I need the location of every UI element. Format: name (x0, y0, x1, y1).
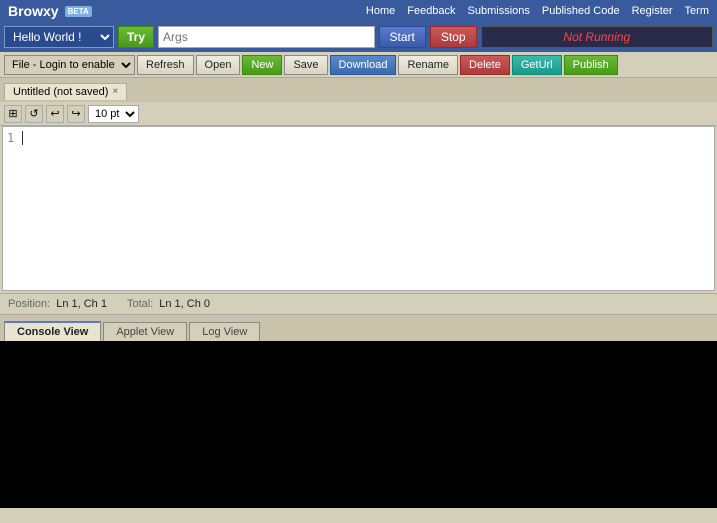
toolbar-row1: Hello World ! Try Start Stop Not Running (0, 22, 717, 52)
logo-area: Browxy BETA (8, 3, 92, 19)
find-button[interactable]: ⊞ (4, 105, 22, 123)
console-area (0, 341, 717, 508)
open-button[interactable]: Open (196, 55, 241, 75)
toolbar-row2: File - Login to enable Refresh Open New … (0, 52, 717, 78)
save-button[interactable]: Save (284, 55, 327, 75)
editor-toolbar: ⊞ ↺ ↩ ↪ 8 pt9 pt10 pt11 pt12 pt14 pt (0, 102, 717, 126)
position-section: Position: Ln 1, Ch 1 (8, 298, 107, 310)
nav-register[interactable]: Register (632, 5, 673, 17)
find-replace-button[interactable]: ↺ (25, 105, 43, 123)
position-value: Ln 1, Ch 1 (56, 298, 107, 310)
code-editor[interactable]: 1 (2, 126, 715, 291)
refresh-button[interactable]: Refresh (137, 55, 194, 75)
line-number-1: 1 (7, 131, 14, 145)
logo-text: Browxy (8, 3, 59, 19)
args-input[interactable] (158, 26, 374, 48)
geturl-button[interactable]: GetUrl (512, 55, 562, 75)
nav-links: Home Feedback Submissions Published Code… (366, 5, 709, 17)
position-label: Position: (8, 298, 50, 310)
nav-submissions[interactable]: Submissions (468, 5, 530, 17)
undo-button[interactable]: ↩ (46, 105, 64, 123)
tab-console-view[interactable]: Console View (4, 321, 101, 341)
new-button[interactable]: New (242, 55, 282, 75)
nav-home[interactable]: Home (366, 5, 395, 17)
delete-button[interactable]: Delete (460, 55, 510, 75)
redo-icon: ↪ (71, 107, 80, 120)
nav-term[interactable]: Term (685, 5, 709, 17)
rename-button[interactable]: Rename (398, 55, 458, 75)
editor-tab[interactable]: Untitled (not saved) × (4, 83, 127, 100)
editor-tab-close[interactable]: × (112, 86, 118, 97)
file-select[interactable]: File - Login to enable (4, 55, 135, 75)
editor-tab-title: Untitled (not saved) (13, 86, 108, 98)
beta-badge: BETA (65, 6, 92, 17)
nav-feedback[interactable]: Feedback (407, 5, 455, 17)
status-display: Not Running (481, 26, 713, 48)
editor-container: Untitled (not saved) × ⊞ ↺ ↩ ↪ 8 pt9 pt1… (0, 78, 717, 291)
editor-tab-row: Untitled (not saved) × (0, 78, 717, 102)
tab-applet-view[interactable]: Applet View (103, 322, 187, 341)
font-size-select[interactable]: 8 pt9 pt10 pt11 pt12 pt14 pt (88, 105, 139, 123)
script-selector[interactable]: Hello World ! (4, 26, 114, 48)
undo-icon: ↩ (50, 107, 59, 120)
stop-button[interactable]: Stop (430, 26, 477, 48)
find-icon: ⊞ (8, 107, 17, 120)
tab-log-view[interactable]: Log View (189, 322, 260, 341)
publish-button[interactable]: Publish (564, 55, 618, 75)
bottom-tabs: Console View Applet View Log View (0, 315, 717, 341)
text-cursor (22, 131, 23, 145)
status-bar: Position: Ln 1, Ch 1 Total: Ln 1, Ch 0 (0, 293, 717, 315)
redo-button[interactable]: ↪ (67, 105, 85, 123)
total-section: Total: Ln 1, Ch 0 (127, 298, 210, 310)
download-button[interactable]: Download (330, 55, 397, 75)
find-replace-icon: ↺ (29, 107, 38, 120)
start-button[interactable]: Start (379, 26, 426, 48)
top-nav: Browxy BETA Home Feedback Submissions Pu… (0, 0, 717, 22)
try-button[interactable]: Try (118, 26, 154, 48)
nav-published-code[interactable]: Published Code (542, 5, 620, 17)
total-label: Total: (127, 298, 153, 310)
total-value: Ln 1, Ch 0 (159, 298, 210, 310)
